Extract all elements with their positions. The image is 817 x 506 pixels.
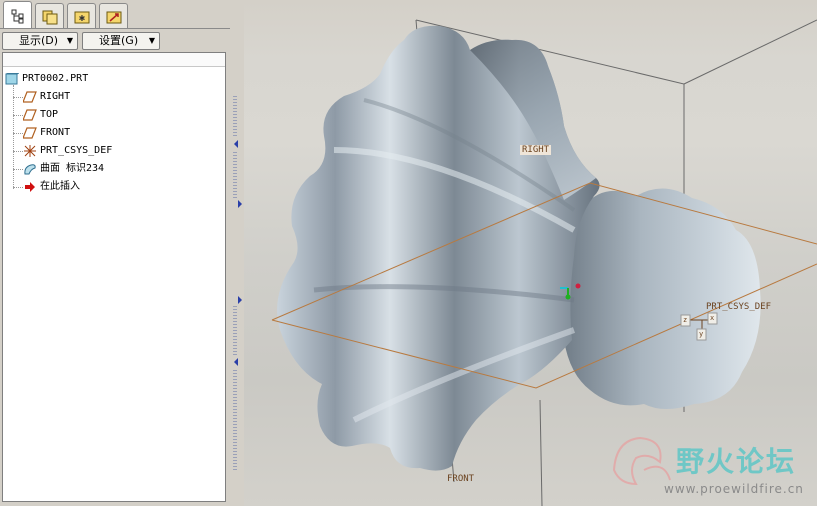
tree-menu-row: 显示(D) ▼ 设置(G) ▼ xyxy=(0,31,230,51)
tree-connector xyxy=(13,133,23,134)
tree-connector xyxy=(13,151,23,152)
tree-connector xyxy=(13,115,23,116)
splitter-grip xyxy=(233,152,237,198)
tree-connector xyxy=(13,85,14,189)
watermark-title: 野火论坛 xyxy=(676,445,797,478)
navigator-tab-strip: ✱ xyxy=(0,0,230,29)
display-menu-button[interactable]: 显示(D) ▼ xyxy=(2,32,78,50)
graphics-viewport[interactable]: RIGHT FRONT PRT_CSYS_DEF z x y 野火论坛 www.… xyxy=(244,0,817,506)
splitter-grip xyxy=(233,96,237,136)
insert-here-arrow-icon xyxy=(25,182,35,192)
datum-plane-icon xyxy=(23,127,37,139)
watermark-url: www.proewildfire.cn xyxy=(664,482,804,496)
tab-folder-browser[interactable] xyxy=(35,3,64,29)
settings-menu-label: 设置(G) xyxy=(99,34,139,47)
tree-item-label: RIGHT xyxy=(40,91,71,102)
connections-icon xyxy=(106,11,121,23)
surface-tail[interactable] xyxy=(561,188,761,409)
collapse-left-arrow-icon[interactable] xyxy=(234,140,238,148)
datum-plane-front[interactable] xyxy=(539,399,543,506)
settings-menu-button[interactable]: 设置(G) ▼ xyxy=(82,32,160,50)
chevron-down-icon: ▼ xyxy=(66,36,73,45)
tree-item-label: FRONT xyxy=(40,127,71,138)
coordinate-system-icon xyxy=(24,145,36,157)
collapse-left-arrow-icon[interactable] xyxy=(234,358,238,366)
csys-axis-y-label: y xyxy=(699,330,704,338)
model-tree: PRT0002.PRT RIGHT TOP FRONT PRT_CSYS_DEF xyxy=(2,52,226,502)
tree-item-label: TOP xyxy=(40,109,59,120)
datum-label-right[interactable]: RIGHT xyxy=(520,145,552,155)
tree-item-label: PRT0002.PRT xyxy=(22,73,89,84)
csys-axis-z-label: z xyxy=(683,316,688,324)
expand-right-arrow-icon[interactable] xyxy=(238,200,242,208)
watermark-logo-icon xyxy=(612,436,671,486)
folder-browser-icon xyxy=(42,10,57,24)
favorites-icon: ✱ xyxy=(74,11,89,23)
tab-underline xyxy=(0,28,230,29)
tab-favorites[interactable]: ✱ xyxy=(67,3,96,29)
datum-label-front[interactable]: FRONT xyxy=(447,474,474,484)
display-menu-label: 显示(D) xyxy=(19,34,59,47)
part-icon xyxy=(5,73,19,85)
tree-header-bar xyxy=(3,53,225,67)
tab-connections[interactable] xyxy=(99,3,128,29)
splitter-grip xyxy=(233,306,237,356)
surface-feature-icon xyxy=(24,164,36,175)
expand-right-arrow-icon[interactable] xyxy=(238,296,242,304)
left-panel: ✱ 显示(D) ▼ 设置(G) ▼ PRT0002.PRT RIGHT TOP … xyxy=(0,0,230,506)
panel-splitter[interactable] xyxy=(230,0,244,506)
tree-connector xyxy=(13,169,23,170)
tree-connector xyxy=(13,187,23,188)
model-canvas[interactable] xyxy=(244,0,817,506)
chevron-down-icon: ▼ xyxy=(148,36,155,45)
tree-item-label: PRT_CSYS_DEF xyxy=(40,145,113,156)
datum-label-csys[interactable]: PRT_CSYS_DEF xyxy=(706,302,771,312)
svg-text:✱: ✱ xyxy=(78,14,85,23)
tree-item-label: 曲面 标识234 xyxy=(40,163,105,174)
csys-axis-x-label: x xyxy=(710,314,715,322)
model-tree-icon xyxy=(11,9,23,23)
tree-item-label: 在此插入 xyxy=(40,181,80,192)
splitter-grip xyxy=(233,370,237,470)
datum-plane-icon xyxy=(23,91,37,103)
datum-plane-icon xyxy=(23,109,37,121)
tab-model-tree[interactable] xyxy=(3,1,32,29)
tree-connector xyxy=(13,97,23,98)
